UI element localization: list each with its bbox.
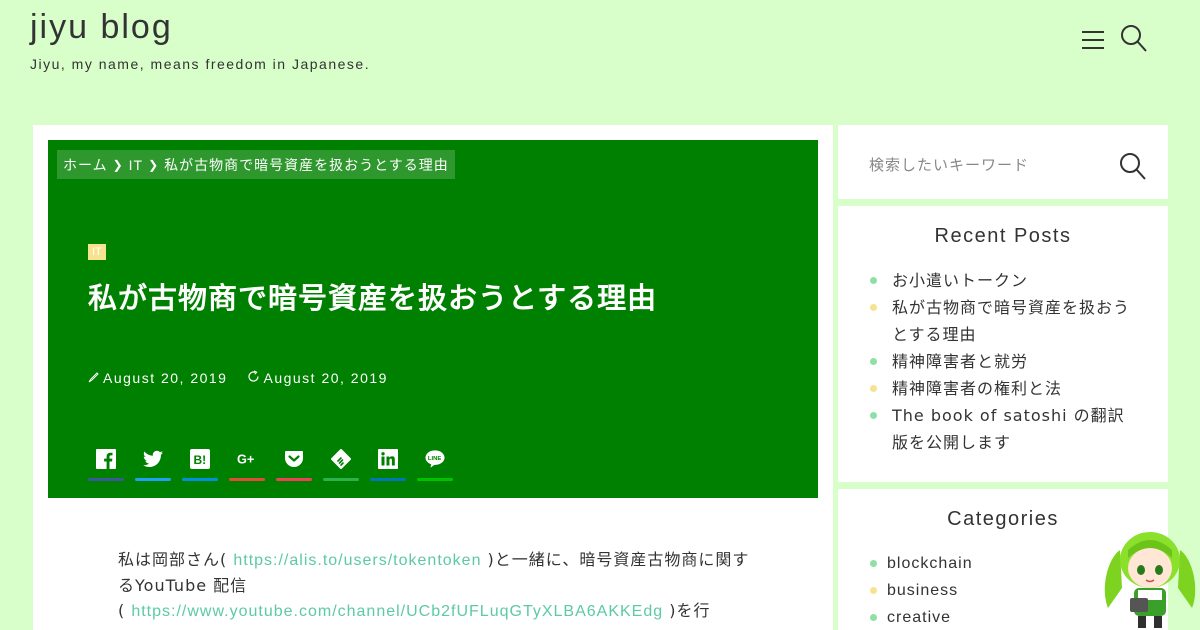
share-underline: [417, 478, 453, 481]
facebook-icon: [96, 449, 116, 469]
recent-posts-widget: Recent Posts お小遣いトークン私が古物商で暗号資産を扱おうとする理由…: [838, 206, 1168, 482]
post-header: ホーム ❯ IT ❯ 私が古物商で暗号資産を扱おうとする理由 IT 私が古物商で…: [48, 140, 818, 498]
breadcrumb-current: 私が古物商で暗号資産を扱おうとする理由: [164, 156, 449, 173]
search-icon[interactable]: [1120, 24, 1148, 54]
pocket-icon: [284, 449, 304, 469]
googleplus-icon: G+: [237, 449, 257, 469]
share-pocket-button[interactable]: [276, 447, 312, 481]
feedly-icon: [331, 449, 351, 469]
main-content: ホーム ❯ IT ❯ 私が古物商で暗号資産を扱おうとする理由 IT 私が古物商で…: [33, 125, 833, 630]
share-feedly-button[interactable]: [323, 447, 359, 481]
twitter-icon: [143, 449, 163, 469]
post-dates: August 20, 2019 August 20, 2019: [88, 370, 388, 386]
pen-icon: [88, 370, 100, 386]
chevron-right-icon: ❯: [112, 157, 124, 172]
share-underline: [323, 478, 359, 481]
recent-posts-title: Recent Posts: [934, 225, 1072, 247]
recent-post-link[interactable]: お小遣いトークン: [892, 271, 1028, 290]
share-line-button[interactable]: LINE: [417, 447, 453, 481]
published-date: August 20, 2019: [88, 370, 227, 386]
recent-post-item[interactable]: お小遣いトークン: [870, 267, 1140, 294]
recent-post-item[interactable]: The book of satoshi の翻訳版を公開します: [870, 402, 1140, 456]
breadcrumb-category[interactable]: IT: [129, 157, 143, 173]
search-icon[interactable]: [1119, 152, 1147, 182]
published-date-text: August 20, 2019: [103, 370, 228, 386]
hatena-icon: B!: [190, 449, 210, 469]
refresh-icon: [247, 370, 260, 386]
recent-posts-list: お小遣いトークン私が古物商で暗号資産を扱おうとする理由精神障害者と就労精神障害者…: [870, 267, 1140, 456]
breadcrumb: ホーム ❯ IT ❯ 私が古物商で暗号資産を扱おうとする理由: [57, 150, 455, 179]
svg-text:G+: G+: [237, 452, 254, 467]
bullet-dot-icon: [870, 412, 877, 419]
mascot-image: [1100, 528, 1200, 630]
category-link[interactable]: blockchain: [887, 555, 973, 572]
svg-text:LINE: LINE: [428, 456, 441, 462]
header-icons: [1080, 24, 1148, 54]
bullet-dot-icon: [870, 560, 877, 567]
share-underline: [370, 478, 406, 481]
recent-post-link[interactable]: 私が古物商で暗号資産を扱おうとする理由: [892, 298, 1130, 344]
bullet-dot-icon: [870, 277, 877, 284]
category-link[interactable]: creative: [887, 609, 951, 626]
share-underline: [135, 478, 171, 481]
post-title: 私が古物商で暗号資産を扱おうとする理由: [88, 281, 658, 315]
linkedin-icon: [378, 449, 398, 469]
bullet-dot-icon: [870, 614, 877, 621]
share-underline: [276, 478, 312, 481]
youtube-link[interactable]: https://www.youtube.com/channel/UCb2fUFL…: [131, 603, 663, 620]
body-text: (: [118, 601, 132, 620]
share-linkedin-button[interactable]: [370, 447, 406, 481]
bullet-dot-icon: [870, 358, 877, 365]
share-underline: [88, 478, 124, 481]
category-badge[interactable]: IT: [88, 244, 106, 260]
recent-post-item[interactable]: 精神障害者と就労: [870, 348, 1140, 375]
share-underline: [182, 478, 218, 481]
recent-post-link[interactable]: The book of satoshi の翻訳版を公開します: [892, 406, 1125, 452]
recent-post-link[interactable]: 精神障害者の権利と法: [892, 379, 1062, 398]
share-underline: [229, 478, 265, 481]
share-hatena-button[interactable]: B!: [182, 447, 218, 481]
body-text: 私は岡部さん(: [118, 550, 234, 569]
recent-post-link[interactable]: 精神障害者と就労: [892, 352, 1028, 371]
svg-text:B!: B!: [194, 453, 207, 467]
body-text: )を行: [663, 601, 711, 620]
sidebar-search: 検索したいキーワード: [838, 125, 1168, 199]
recent-post-item[interactable]: 私が古物商で暗号資産を扱おうとする理由: [870, 294, 1140, 348]
share-googleplus-button[interactable]: G+: [229, 447, 265, 481]
share-facebook-button[interactable]: [88, 447, 124, 481]
search-input[interactable]: 検索したいキーワード: [869, 154, 1029, 175]
site-description: Jiyu, my name, means freedom in Japanese…: [30, 56, 371, 72]
updated-date-text: August 20, 2019: [263, 370, 388, 386]
bullet-dot-icon: [870, 385, 877, 392]
line-icon: LINE: [425, 449, 445, 469]
recent-post-item[interactable]: 精神障害者の権利と法: [870, 375, 1140, 402]
menu-icon[interactable]: [1080, 26, 1106, 52]
share-buttons: B! G+ LINE: [88, 447, 453, 481]
category-link[interactable]: business: [887, 582, 958, 599]
post-body: 私は岡部さん( https://alis.to/users/tokentoken…: [118, 547, 758, 624]
bullet-dot-icon: [870, 587, 877, 594]
share-twitter-button[interactable]: [135, 447, 171, 481]
updated-date: August 20, 2019: [247, 370, 387, 386]
chevron-right-icon: ❯: [148, 157, 160, 172]
alis-link[interactable]: https://alis.to/users/tokentoken: [233, 552, 481, 569]
site-title[interactable]: jiyu blog: [30, 8, 173, 47]
bullet-dot-icon: [870, 304, 877, 311]
breadcrumb-home[interactable]: ホーム: [63, 155, 108, 175]
